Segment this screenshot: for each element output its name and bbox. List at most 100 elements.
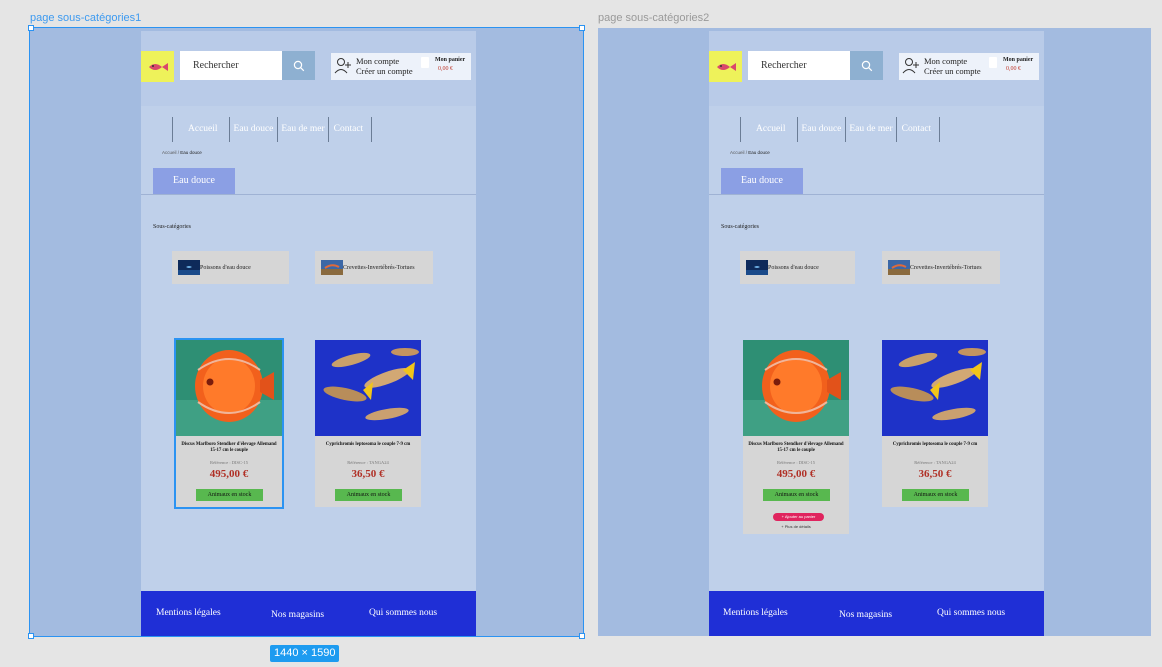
product-reference: Référence : DISC-15 <box>777 460 815 465</box>
site-footer: Mentions légales Nos magasins Qui sommes… <box>709 591 1044 636</box>
account-box[interactable]: Mon compte Créer un compte <box>331 53 418 80</box>
subcategory-label: Poissons d'eau douce <box>200 264 251 271</box>
page-mockup: Mon compte Créer un compte Mon panier 0,… <box>709 31 1044 636</box>
nav-item-contact[interactable]: Contact <box>327 117 373 142</box>
logo-fish-icon <box>148 62 168 71</box>
footer-link-mentions[interactable]: Mentions légales <box>156 608 221 618</box>
breadcrumb-home[interactable]: Accueil <box>162 150 177 155</box>
resize-handle[interactable] <box>28 25 34 31</box>
product-card-cyprichromis[interactable]: Cyprichromis leptosoma le couple 7-9 cm … <box>882 340 988 507</box>
create-account-link[interactable]: Créer un compte <box>356 66 413 76</box>
site-footer: Mentions légales Nos magasins Qui sommes… <box>141 591 476 636</box>
nav-item-accueil[interactable]: Accueil <box>740 117 797 142</box>
cyprichromis-fish-image <box>882 340 988 436</box>
subcategories-heading: Sous-catégories <box>721 224 759 230</box>
subcategory-card-crevettes[interactable]: Crevettes-Invertébrés-Tortues <box>315 251 433 284</box>
product-price: 36,50 € <box>918 468 952 480</box>
search-button[interactable] <box>850 51 883 80</box>
search-icon <box>293 60 304 71</box>
product-image[interactable] <box>315 340 421 436</box>
product-reference: Référence : TANGA24 <box>347 460 389 465</box>
product-name[interactable]: Discus Marlboro Stendker d'élevage Allem… <box>180 442 278 454</box>
resize-handle[interactable] <box>579 633 585 639</box>
product-card-cyprichromis[interactable]: Cyprichromis leptosoma le couple 7-9 cm … <box>315 340 421 507</box>
cart-title: Mon panier <box>1003 57 1034 63</box>
product-price: 495,00 € <box>209 468 249 480</box>
site-logo[interactable] <box>709 51 742 82</box>
breadcrumb-home[interactable]: Accueil <box>730 150 745 155</box>
search-icon <box>861 60 872 71</box>
cart-box[interactable]: Mon panier 0,00 € <box>986 53 1039 80</box>
category-tab[interactable]: Eau douce <box>721 168 803 194</box>
nav-item-eau-douce[interactable]: Eau douce <box>796 117 846 142</box>
nav-item-eau-de-mer[interactable]: Eau de mer <box>845 117 895 142</box>
product-image[interactable] <box>176 340 282 436</box>
stock-badge: Animaux en stock <box>902 489 969 501</box>
footer-link-magasins[interactable]: Nos magasins <box>839 610 892 620</box>
footer-link-qui-sommes-nous[interactable]: Qui sommes nous <box>369 608 437 618</box>
account-link[interactable]: Mon compte <box>924 56 967 66</box>
cart-title: Mon panier <box>435 57 466 63</box>
resize-handle[interactable] <box>28 633 34 639</box>
add-to-cart-button[interactable]: + Ajouter au panier <box>773 513 824 521</box>
product-price: 36,50 € <box>351 468 385 480</box>
user-add-icon <box>334 58 351 74</box>
frame-page-sous-categories-2[interactable]: Mon compte Créer un compte Mon panier 0,… <box>598 28 1151 636</box>
resize-handle[interactable] <box>579 25 585 31</box>
cart-amount: 0,00 € <box>1006 66 1021 72</box>
nav-item-accueil[interactable]: Accueil <box>172 117 229 142</box>
divider <box>141 194 476 195</box>
size-badge: 1440 × 1590 <box>270 645 340 662</box>
breadcrumb-current: Eau douce <box>180 150 202 155</box>
more-details-link[interactable]: + Plus de détails <box>743 524 849 529</box>
cart-amount: 0,00 € <box>438 66 453 72</box>
breadcrumb: Accueil / Eau douce <box>162 150 202 155</box>
product-reference: Référence : DISC-15 <box>210 460 248 465</box>
frame-page-sous-categories-1[interactable]: Mon compte Créer un compte Mon panier 0,… <box>29 27 584 637</box>
nav-item-eau-douce[interactable]: Eau douce <box>228 117 278 142</box>
product-price: 495,00 € <box>776 468 816 480</box>
breadcrumb: Accueil / Eau douce <box>730 150 770 155</box>
page-mockup: Mon compte Créer un compte Mon panier 0,… <box>141 31 476 636</box>
product-name[interactable]: Discus Marlboro Stendker d'élevage Allem… <box>747 442 845 454</box>
subcategories-heading: Sous-catégories <box>153 224 191 230</box>
main-nav: Accueil Eau douce Eau de mer Contact <box>172 117 373 142</box>
search-input[interactable] <box>748 51 850 80</box>
cart-box[interactable]: Mon panier 0,00 € <box>418 53 471 80</box>
account-box[interactable]: Mon compte Créer un compte <box>899 53 986 80</box>
product-image[interactable] <box>882 340 988 436</box>
fish-thumbnail-icon <box>746 260 768 275</box>
search-input[interactable] <box>180 51 282 80</box>
nav-item-contact[interactable]: Contact <box>895 117 941 142</box>
cyprichromis-fish-image <box>315 340 421 436</box>
discus-fish-image <box>176 340 282 436</box>
product-card-discus-hover[interactable]: Discus Marlboro Stendker d'élevage Allem… <box>743 340 849 534</box>
nav-item-eau-de-mer[interactable]: Eau de mer <box>277 117 327 142</box>
breadcrumb-current: Eau douce <box>748 150 770 155</box>
frame-label-2[interactable]: page sous-catégories2 <box>598 12 709 24</box>
subcategory-card-poissons[interactable]: Poissons d'eau douce <box>740 251 855 284</box>
subcategory-label: Poissons d'eau douce <box>768 264 819 271</box>
search-button[interactable] <box>282 51 315 80</box>
product-image[interactable] <box>743 340 849 436</box>
stock-badge: Animaux en stock <box>196 489 263 501</box>
subcategory-card-poissons[interactable]: Poissons d'eau douce <box>172 251 289 284</box>
stock-badge: Animaux en stock <box>763 489 830 501</box>
product-card-discus[interactable]: Discus Marlboro Stendker d'élevage Allem… <box>174 338 284 509</box>
cart-bag-icon <box>989 57 997 68</box>
footer-link-mentions[interactable]: Mentions légales <box>723 608 788 618</box>
subcategory-label: Crevettes-Invertébrés-Tortues <box>343 264 415 271</box>
subcategory-label: Crevettes-Invertébrés-Tortues <box>910 264 982 271</box>
subcategory-card-crevettes[interactable]: Crevettes-Invertébrés-Tortues <box>882 251 1000 284</box>
frame-label-1[interactable]: page sous-catégories1 <box>30 12 141 24</box>
product-name[interactable]: Cyprichromis leptosoma le couple 7-9 cm <box>886 442 984 448</box>
create-account-link[interactable]: Créer un compte <box>924 66 981 76</box>
footer-link-magasins[interactable]: Nos magasins <box>271 610 324 620</box>
category-tab[interactable]: Eau douce <box>153 168 235 194</box>
divider <box>709 194 1044 195</box>
product-name[interactable]: Cyprichromis leptosoma le couple 7-9 cm <box>319 442 417 448</box>
footer-link-qui-sommes-nous[interactable]: Qui sommes nous <box>937 608 1005 618</box>
site-logo[interactable] <box>141 51 174 82</box>
account-link[interactable]: Mon compte <box>356 56 399 66</box>
stock-badge: Animaux en stock <box>335 489 402 501</box>
